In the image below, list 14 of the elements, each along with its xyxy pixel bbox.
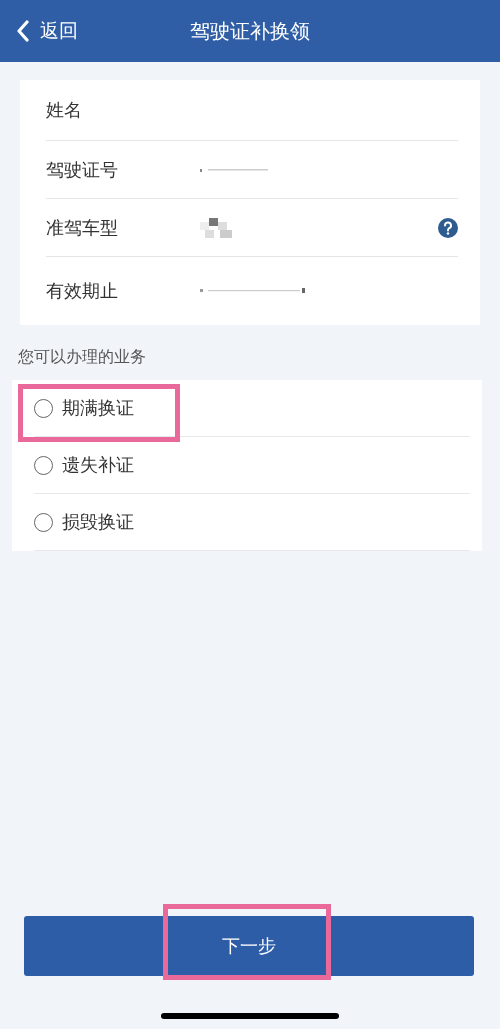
help-icon[interactable] xyxy=(438,217,458,238)
option-label[interactable]: 遗失补证 xyxy=(62,453,134,477)
option-label[interactable]: 损毁换证 xyxy=(62,510,134,534)
next-button[interactable]: 下一步 xyxy=(24,916,474,976)
field-label: 姓名 xyxy=(46,98,83,122)
section-label: 您可以办理的业务 xyxy=(18,347,146,368)
field-label: 驾驶证号 xyxy=(46,157,119,182)
option-label[interactable]: 期满换证 xyxy=(62,396,134,420)
back-chevron-icon xyxy=(16,20,30,42)
field-label: 准驾车型 xyxy=(46,215,119,240)
field-label: 有效期止 xyxy=(46,279,119,303)
page-title: 驾驶证补换领 xyxy=(190,17,310,45)
back-button[interactable]: 返回 xyxy=(0,18,78,44)
redacted-value xyxy=(200,166,270,173)
